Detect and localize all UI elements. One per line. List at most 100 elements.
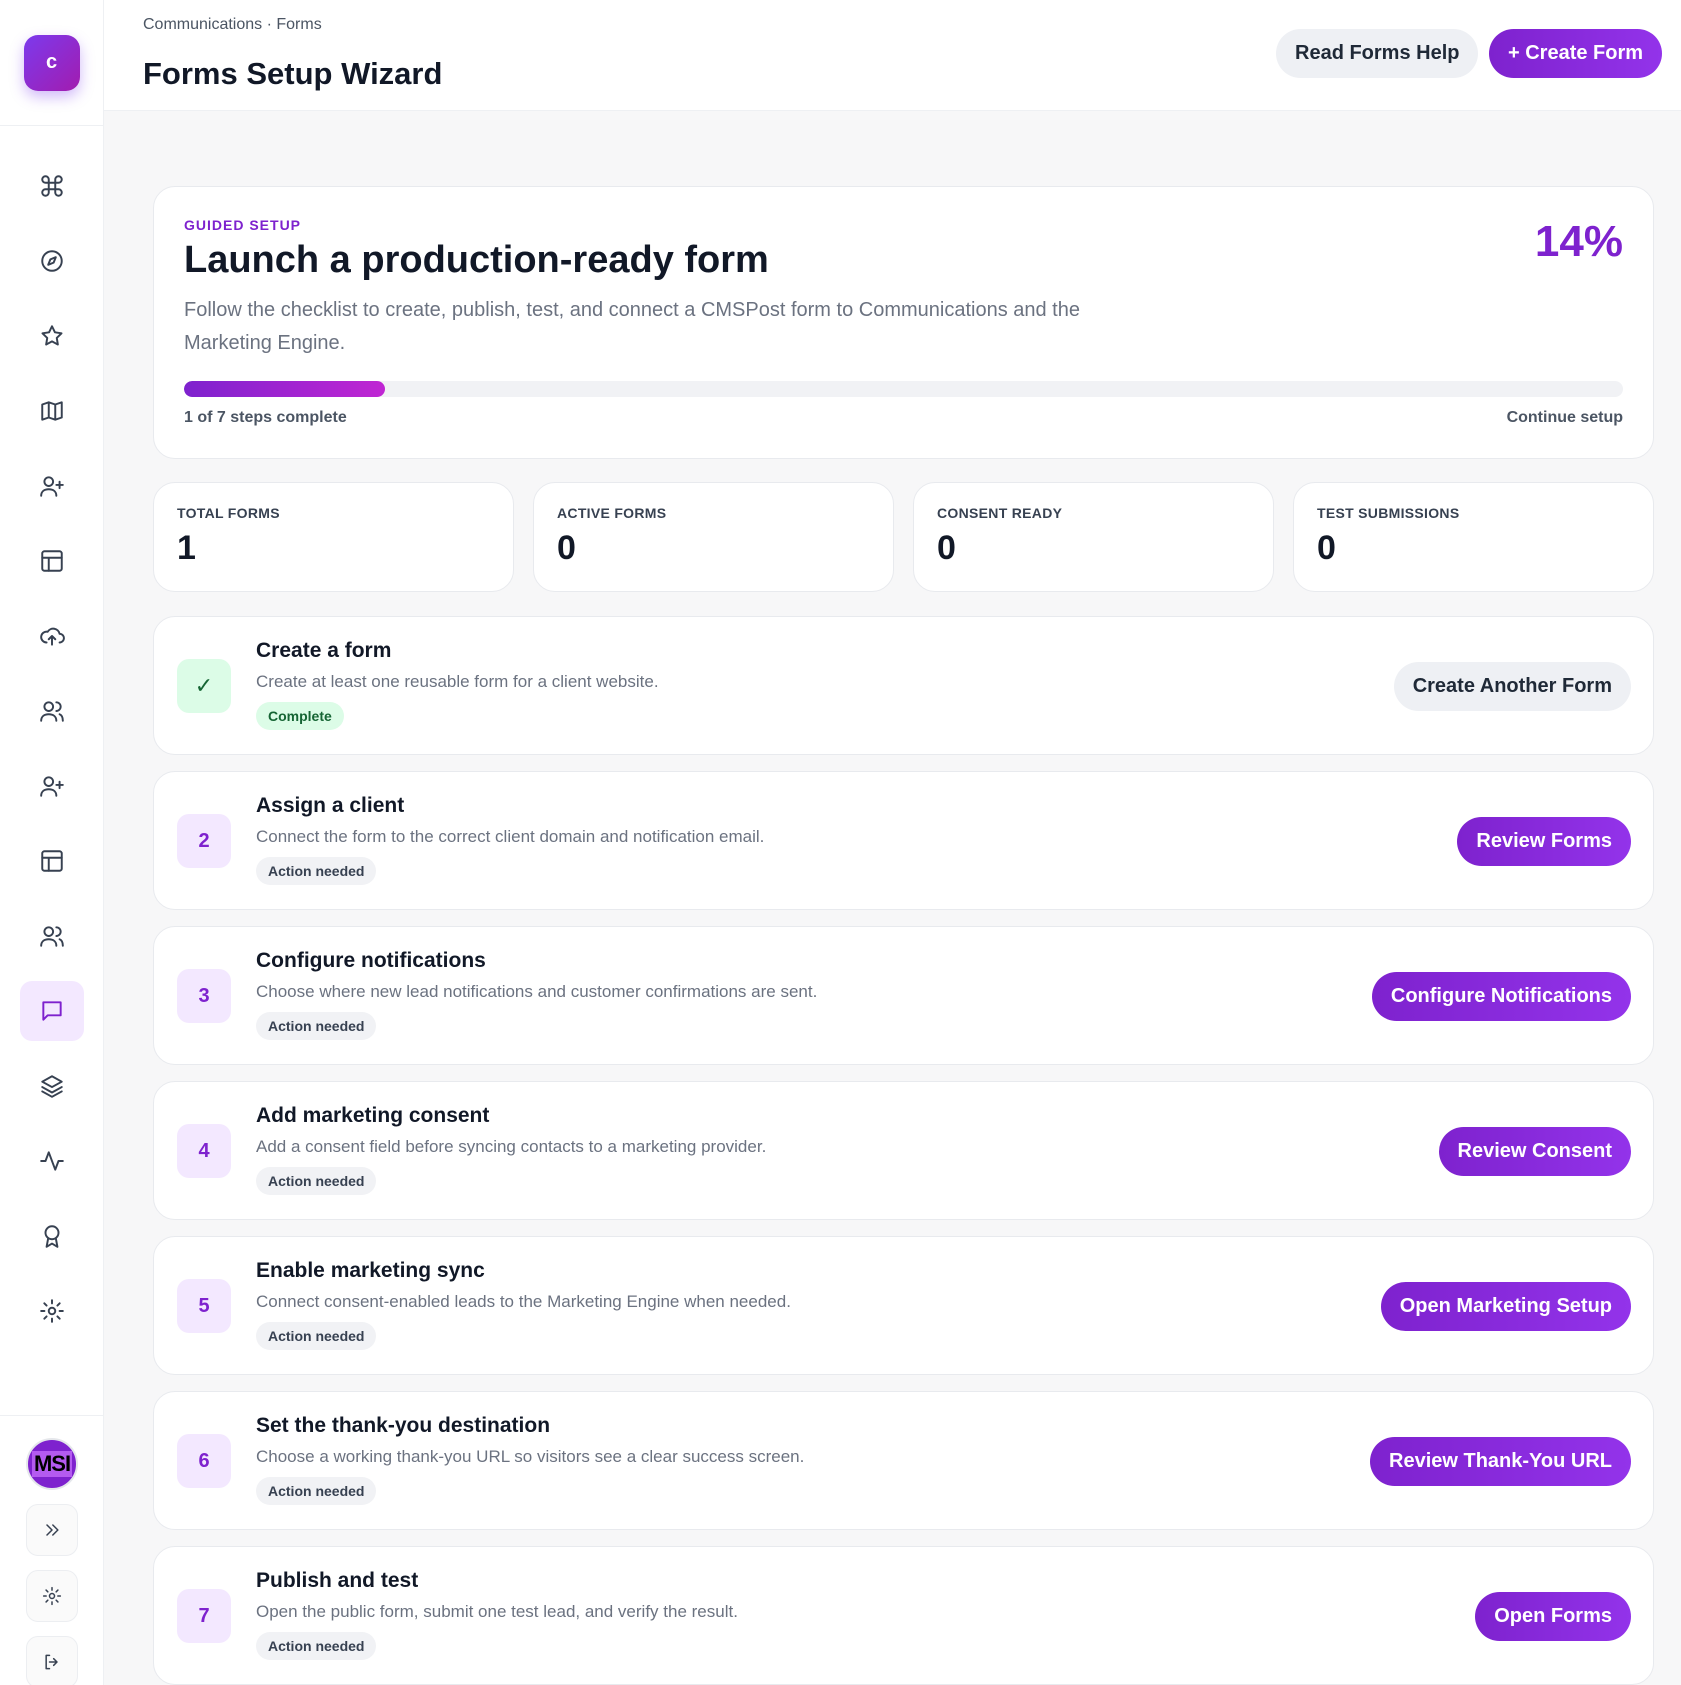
stat-label: TEST SUBMISSIONS	[1317, 505, 1460, 521]
step-title: Enable marketing sync	[256, 1259, 485, 1282]
review-forms-button[interactable]: Review Forms	[1457, 817, 1631, 866]
review-thank-you-url-button[interactable]: Review Thank-You URL	[1370, 1437, 1631, 1486]
create-form-button[interactable]: + Create Form	[1489, 29, 1663, 78]
stat-label: CONSENT READY	[937, 505, 1063, 521]
check-icon: ✓	[177, 659, 231, 713]
main-content: GUIDED SETUP Launch a production-ready f…	[153, 186, 1654, 1685]
command-icon[interactable]	[20, 156, 84, 216]
step-title: Set the thank-you destination	[256, 1414, 551, 1437]
step-description: Connect the form to the correct client d…	[256, 827, 765, 846]
chevrons-right-icon	[46, 1524, 59, 1536]
step-title: Add marketing consent	[256, 1104, 490, 1127]
eyebrow-label: GUIDED SETUP	[184, 217, 302, 233]
step-marketing-consent: 4 Add marketing consent Add a consent fi…	[153, 1081, 1654, 1220]
map-icon[interactable]	[20, 381, 84, 441]
hero-description: Follow the checklist to create, publish,…	[184, 299, 1080, 354]
step-assign-client: 2 Assign a client Connect the form to th…	[153, 771, 1654, 910]
step-title: Publish and test	[256, 1569, 419, 1592]
stat-active-forms: ACTIVE FORMS 0	[533, 482, 894, 592]
step-thank-you-destination: 6 Set the thank-you destination Choose a…	[153, 1391, 1654, 1530]
sidebar-footer: MSI	[0, 1415, 104, 1685]
stat-value: 0	[1317, 529, 1336, 567]
stats-row: TOTAL FORMS 1 ACTIVE FORMS 0 CONSENT REA…	[153, 482, 1654, 592]
setup-checklist: ✓ Create a form Create at least one reus…	[153, 616, 1654, 1685]
step-number: 7	[177, 1589, 231, 1643]
avatar-label: MSI	[31, 1451, 73, 1477]
step-number: 6	[177, 1434, 231, 1488]
page-title: Forms Setup Wizard	[143, 56, 443, 91]
step-number: 3	[177, 969, 231, 1023]
breadcrumb[interactable]: Communications · Forms	[143, 16, 322, 34]
steps-complete-text: 1 of 7 steps complete	[184, 409, 347, 426]
settings-icon[interactable]	[20, 1281, 84, 1341]
status-badge: Action needed	[256, 1632, 377, 1660]
status-badge: Action needed	[256, 1477, 377, 1505]
user-plus-icon[interactable]	[20, 756, 84, 816]
layout-icon[interactable]	[20, 831, 84, 891]
status-badge: Complete	[256, 702, 344, 730]
stat-value: 0	[937, 529, 956, 567]
progress-bar	[184, 381, 1623, 397]
status-badge: Action needed	[256, 857, 377, 885]
users-icon[interactable]	[20, 906, 84, 966]
step-number: 4	[177, 1124, 231, 1178]
logout-button[interactable]	[26, 1636, 78, 1685]
sidebar: c MSI	[0, 0, 104, 1685]
create-another-form-button[interactable]: Create Another Form	[1393, 662, 1631, 711]
logo-area: c	[0, 0, 103, 126]
user-plus-icon[interactable]	[20, 456, 84, 516]
expand-sidebar-button[interactable]	[26, 1504, 78, 1556]
app-logo[interactable]: c	[23, 34, 80, 91]
progress-percent: 14%	[1534, 217, 1623, 266]
step-publish-and-test: 7 Publish and test Open the public form,…	[153, 1546, 1654, 1685]
settings-icon	[42, 1586, 62, 1606]
configure-notifications-button[interactable]: Configure Notifications	[1371, 972, 1631, 1021]
step-title: Create a form	[256, 639, 392, 662]
step-description: Add a consent field before syncing conta…	[256, 1137, 767, 1156]
open-forms-button[interactable]: Open Forms	[1475, 1592, 1631, 1641]
cloud-upload-icon[interactable]	[20, 606, 84, 666]
step-configure-notifications: 3 Configure notifications Choose where n…	[153, 926, 1654, 1065]
sidebar-nav	[0, 156, 104, 1356]
guided-setup-card: GUIDED SETUP Launch a production-ready f…	[153, 186, 1654, 459]
activity-icon[interactable]	[20, 1131, 84, 1191]
step-marketing-sync: 5 Enable marketing sync Connect consent-…	[153, 1236, 1654, 1375]
stat-test-submissions: TEST SUBMISSIONS 0	[1293, 482, 1654, 592]
status-badge: Action needed	[256, 1012, 377, 1040]
step-description: Open the public form, submit one test le…	[256, 1602, 738, 1621]
step-title: Configure notifications	[256, 949, 486, 972]
compass-icon[interactable]	[20, 231, 84, 291]
open-marketing-setup-button[interactable]: Open Marketing Setup	[1380, 1282, 1631, 1331]
status-badge: Action needed	[256, 1322, 377, 1350]
step-number: 5	[177, 1279, 231, 1333]
stat-label: TOTAL FORMS	[177, 505, 280, 521]
message-icon[interactable]	[20, 981, 84, 1041]
step-title: Assign a client	[256, 794, 405, 817]
star-icon[interactable]	[20, 306, 84, 366]
review-consent-button[interactable]: Review Consent	[1438, 1127, 1631, 1176]
progress-bar-fill	[184, 381, 386, 397]
stat-value: 0	[557, 529, 576, 567]
logout-icon	[45, 1654, 58, 1670]
settings-button[interactable]	[26, 1570, 78, 1622]
step-description: Choose a working thank-you URL so visito…	[256, 1447, 805, 1466]
step-description: Connect consent-enabled leads to the Mar…	[256, 1292, 791, 1311]
hero-title: Launch a production-ready form	[184, 239, 769, 281]
stat-value: 1	[177, 529, 196, 567]
stat-consent-ready: CONSENT READY 0	[913, 482, 1274, 592]
status-badge: Action needed	[256, 1167, 377, 1195]
step-number: 2	[177, 814, 231, 868]
continue-setup-link[interactable]: Continue setup	[1507, 409, 1623, 427]
layout-icon[interactable]	[20, 531, 84, 591]
page-header: Communications · Forms Forms Setup Wizar…	[104, 0, 1681, 111]
award-icon[interactable]	[20, 1206, 84, 1266]
users-icon[interactable]	[20, 681, 84, 741]
stat-total-forms: TOTAL FORMS 1	[153, 482, 514, 592]
step-description: Create at least one reusable form for a …	[256, 672, 659, 691]
step-description: Choose where new lead notifications and …	[256, 982, 818, 1001]
step-create-form: ✓ Create a form Create at least one reus…	[153, 616, 1654, 755]
read-forms-help-button[interactable]: Read Forms Help	[1276, 29, 1479, 78]
layers-icon[interactable]	[20, 1056, 84, 1116]
stat-label: ACTIVE FORMS	[557, 505, 667, 521]
avatar[interactable]: MSI	[26, 1438, 78, 1490]
